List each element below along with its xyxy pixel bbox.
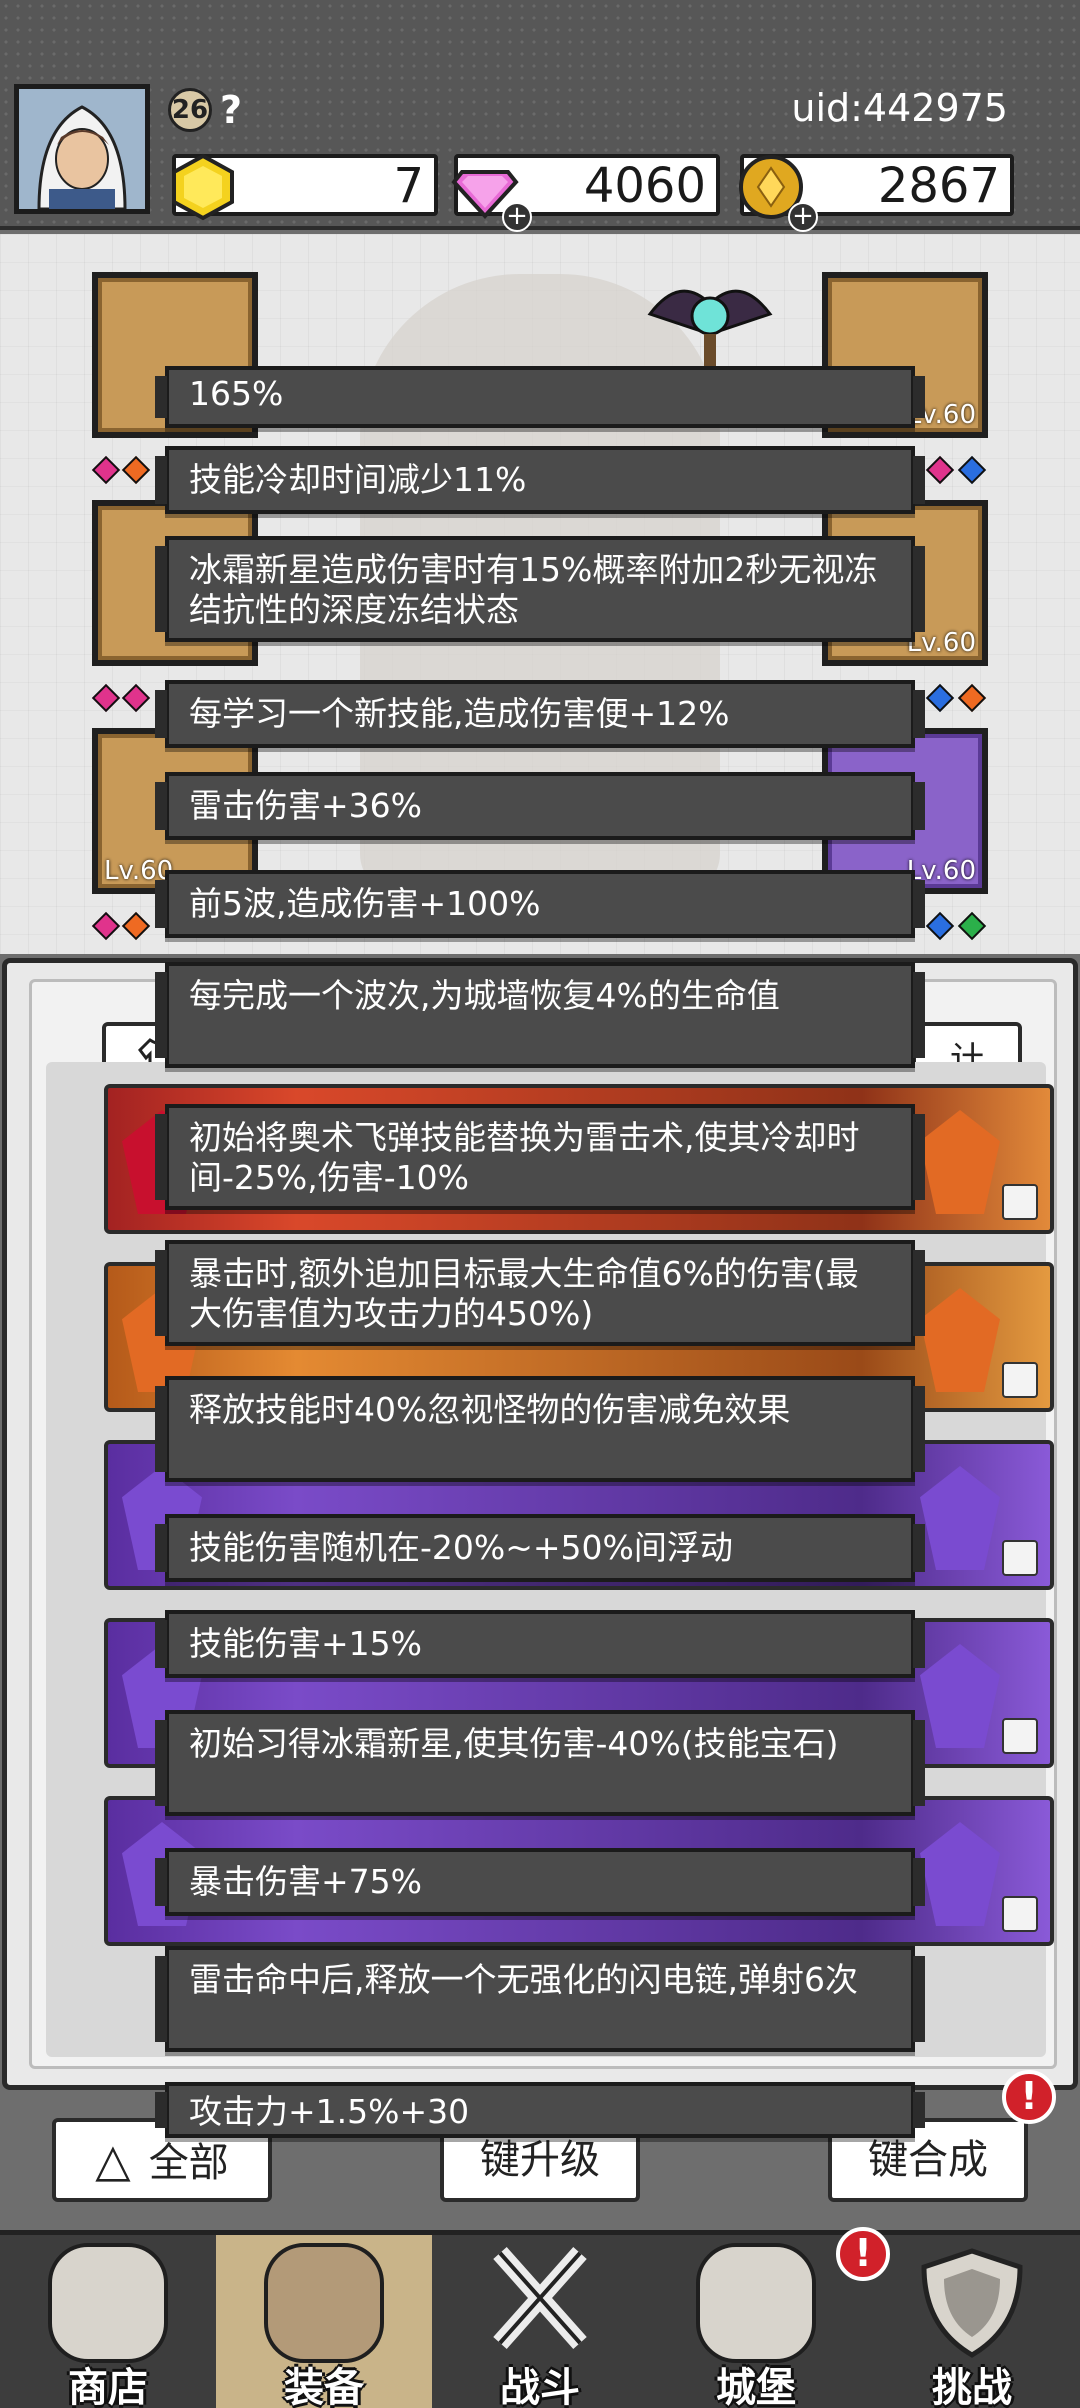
nav-shop[interactable]: 商店: [0, 2235, 216, 2408]
stat-tooltip-list: 165% 技能冷却时间减少11% 冰霜新星造成伤害时有15%概率附加2秒无视冻结…: [155, 366, 925, 2138]
gem-socket-icon: [957, 683, 987, 713]
stat-entry: 每学习一个新技能,造成伤害便+12%: [155, 680, 925, 748]
item-type-icon: [1002, 1718, 1038, 1754]
backpack-icon: [264, 2243, 384, 2363]
yellow-gem-icon: [172, 153, 234, 221]
stat-entry: 雷击伤害+36%: [155, 772, 925, 840]
coin-value: 2867: [877, 158, 1000, 214]
nav-challenge-label: 挑战: [932, 2365, 1012, 2408]
nav-battle[interactable]: 战斗: [432, 2235, 648, 2408]
up-arrow-icon: △: [95, 2133, 131, 2187]
stat-entry: 冰霜新星造成伤害时有15%概率附加2秒无视冻结抗性的深度冻结状态: [155, 536, 925, 642]
nav-equipment[interactable]: 装备: [216, 2235, 432, 2408]
stat-entry: 165%: [155, 366, 925, 428]
item-type-icon: [1002, 1540, 1038, 1576]
item-type-icon: [1002, 1362, 1038, 1398]
top-header: 26 ? uid:442975 7 + 4060 + 2867: [0, 0, 1080, 232]
nav-battle-label: 战斗: [500, 2365, 580, 2408]
gold-gem-counter: 7: [172, 153, 438, 221]
orange-crystal-icon: [920, 1288, 1000, 1392]
gem-socket-icon: [121, 683, 151, 713]
purple-crystal-icon: [920, 1466, 1000, 1570]
item-type-icon: [1002, 1896, 1038, 1932]
stat-entry: 技能伤害随机在-20%~+50%间浮动: [155, 1514, 925, 1582]
stat-entry: 初始习得冰霜新星,使其伤害-40%(技能宝石): [155, 1710, 925, 1816]
gem-socket-icon: [91, 455, 121, 485]
orange-crystal-icon: [920, 1110, 1000, 1214]
gem-socket-icon: [925, 911, 955, 941]
purple-crystal-icon: [920, 1644, 1000, 1748]
nav-castle-label: 城堡: [716, 2365, 796, 2408]
merge-alert-badge: !: [1002, 2070, 1056, 2124]
gem-socket-icon: [957, 455, 987, 485]
stat-entry: 暴击伤害+75%: [155, 1848, 925, 1916]
diamond-value: 4060: [583, 158, 706, 214]
stat-entry: 暴击时,额外追加目标最大生命值6%的伤害(最大伤害值为攻击力的450%): [155, 1240, 925, 1346]
bottom-nav: 商店 装备 战斗 城堡 ! 挑战: [0, 2227, 1080, 2408]
add-diamond-button[interactable]: +: [502, 202, 532, 232]
stat-entry: 释放技能时40%忽视怪物的伤害减免效果: [155, 1376, 925, 1482]
nav-castle[interactable]: 城堡: [648, 2235, 864, 2408]
coin-counter[interactable]: + 2867: [739, 154, 1014, 232]
stat-entry: 雷击命中后,释放一个无强化的闪电链,弹射6次: [155, 1946, 925, 2052]
diamond-counter[interactable]: + 4060: [451, 154, 720, 232]
gem-socket-icon: [91, 683, 121, 713]
stat-entry: 初始将奥术飞弹技能替换为雷击术,使其冷却时间-25%,伤害-10%: [155, 1104, 925, 1210]
player-name: ?: [220, 88, 243, 132]
gold-gem-value: 7: [393, 158, 424, 214]
crossed-swords-icon: [493, 2247, 587, 2349]
nav-challenge[interactable]: 挑战: [864, 2235, 1080, 2408]
item-type-icon: [1002, 1184, 1038, 1220]
nav-shop-label: 商店: [68, 2365, 148, 2408]
gem-socket-icon: [121, 911, 151, 941]
player-uid: uid:442975: [791, 86, 1008, 130]
player-level-badge: 26: [168, 88, 212, 132]
filter-all-label: 全部: [148, 2140, 229, 2186]
stat-entry: 前5波,造成伤害+100%: [155, 870, 925, 938]
gem-socket-icon: [925, 455, 955, 485]
gem-socket-icon: [91, 911, 121, 941]
nav-equipment-label: 装备: [284, 2365, 364, 2408]
shop-hut-icon: [48, 2243, 168, 2363]
add-coin-button[interactable]: +: [788, 202, 818, 232]
purple-crystal-icon: [920, 1822, 1000, 1926]
shield-icon: [921, 2248, 1023, 2358]
gem-socket-icon: [957, 911, 987, 941]
slot-level: Lv.60: [906, 628, 976, 658]
player-avatar[interactable]: [14, 84, 150, 214]
castle-icon: [696, 2243, 816, 2363]
hooded-hero-icon: [19, 89, 145, 209]
stat-entry: 每完成一个波次,为城墙恢复4%的生命值: [155, 962, 925, 1068]
stat-entry: 技能冷却时间减少11%: [155, 446, 925, 514]
gem-socket-icon: [925, 683, 955, 713]
stat-entry: 技能伤害+15%: [155, 1610, 925, 1678]
gem-socket-icon: [121, 455, 151, 485]
stat-entry: 攻击力+1.5%+30: [155, 2082, 925, 2138]
